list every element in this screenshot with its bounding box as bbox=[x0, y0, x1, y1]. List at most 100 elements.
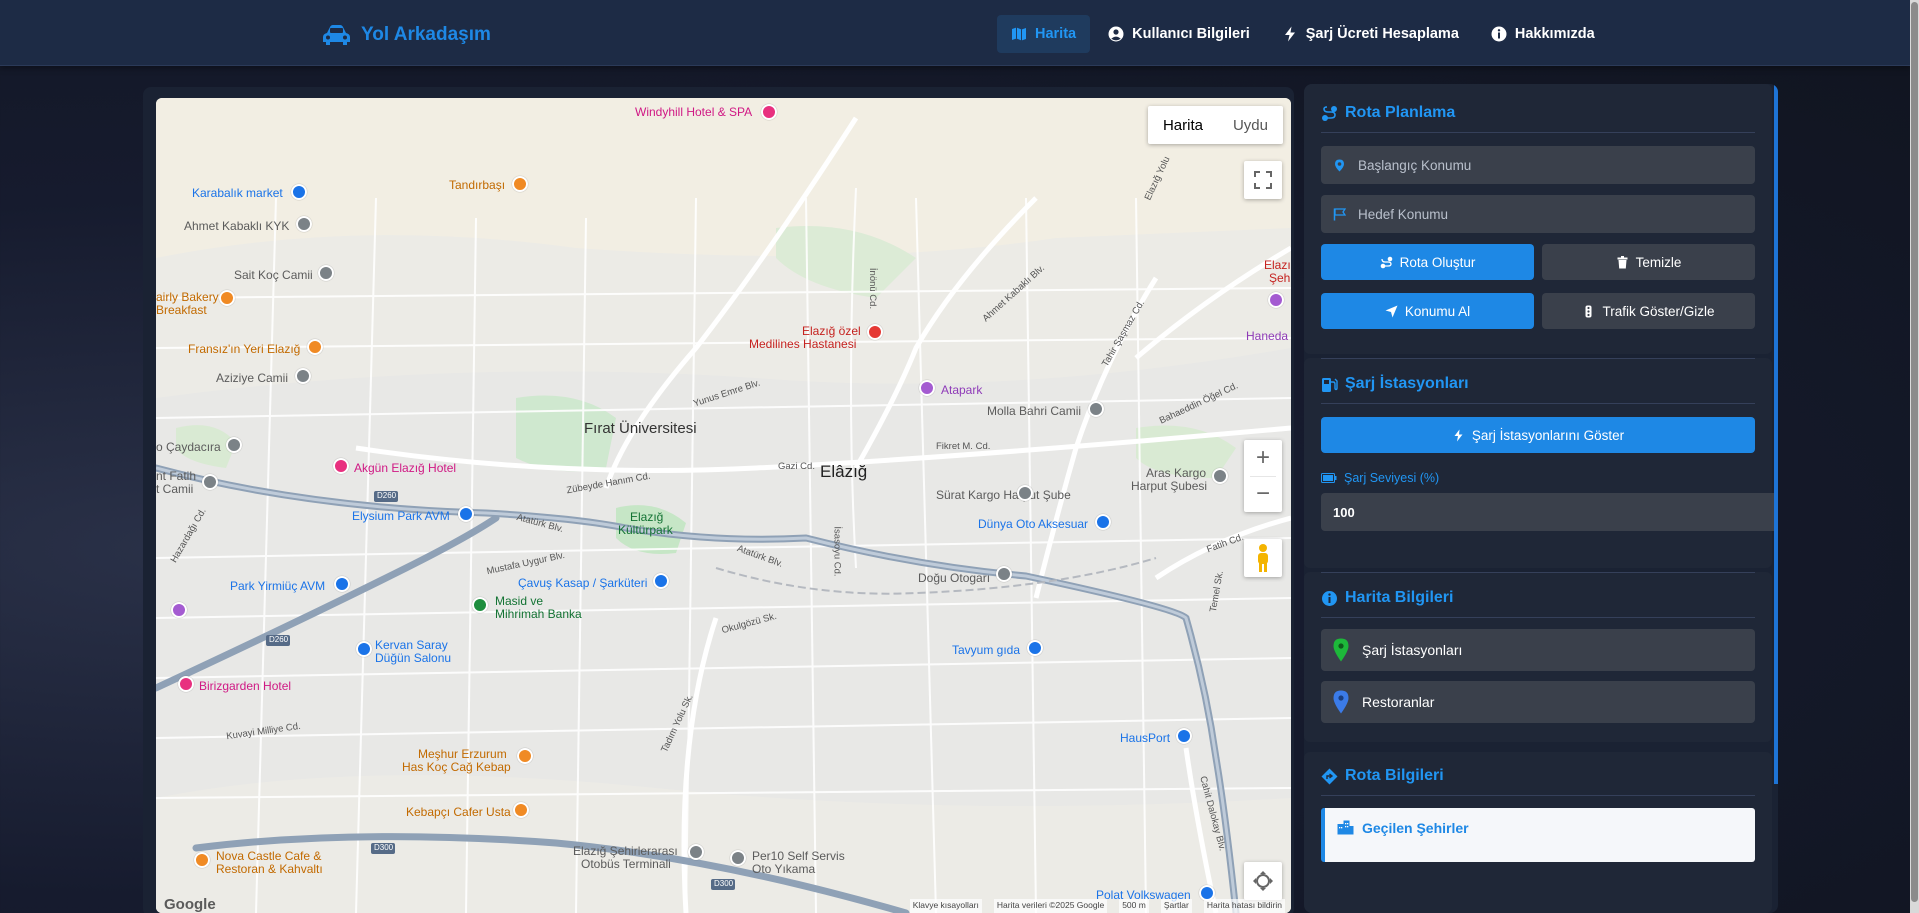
poi-label: Kültürpark bbox=[618, 523, 673, 537]
hotel-pin-icon[interactable] bbox=[333, 458, 349, 474]
show-charging-stations-button[interactable]: Şarj İstasyonlarını Göster bbox=[1321, 417, 1755, 453]
poi-label: Has Koç Cağ Kebap bbox=[402, 760, 511, 774]
destination-placeholder: Hedef Konumu bbox=[1358, 206, 1449, 222]
passed-cities-label: Geçilen Şehirler bbox=[1362, 820, 1469, 836]
sidebar-scrollbar[interactable] bbox=[1774, 84, 1778, 784]
place-pin-icon[interactable] bbox=[1212, 468, 1228, 484]
park-pin-icon[interactable] bbox=[919, 380, 935, 396]
poi-label: Ahmet Kabaklı KYK bbox=[184, 219, 290, 233]
shopping-pin-icon[interactable] bbox=[334, 576, 350, 592]
report-error-link[interactable]: Harita hatası bildirin bbox=[1203, 899, 1285, 913]
city-label: Elâzığ bbox=[820, 462, 868, 481]
start-location-input[interactable]: Başlangıç Konumu bbox=[1321, 146, 1755, 184]
zoom-out-button[interactable]: − bbox=[1244, 476, 1282, 512]
city-icon bbox=[1337, 820, 1354, 835]
legend-charging-label: Şarj İstasyonları bbox=[1362, 642, 1463, 658]
map-type-harita[interactable]: Harita bbox=[1148, 106, 1218, 144]
traffic-toggle-button[interactable]: Trafik Göster/Gizle bbox=[1542, 293, 1755, 329]
charging-station-icon bbox=[1322, 377, 1338, 392]
car-wash-pin-icon[interactable] bbox=[730, 850, 746, 866]
hotel-pin-icon[interactable] bbox=[761, 104, 777, 120]
nav-kullanici[interactable]: Kullanıcı Bilgileri bbox=[1094, 15, 1264, 53]
poi-label: Doğu Otogarı bbox=[918, 571, 991, 585]
zoom-in-button[interactable]: + bbox=[1244, 440, 1282, 476]
road-shield: D300 bbox=[374, 843, 394, 852]
restaurant-pin-icon[interactable] bbox=[512, 176, 528, 192]
clear-button[interactable]: Temizle bbox=[1542, 244, 1755, 280]
place-pin-icon[interactable] bbox=[296, 216, 312, 232]
location-arrow-icon bbox=[1385, 305, 1398, 317]
nav-harita[interactable]: Harita bbox=[997, 15, 1091, 53]
grocery-pin-icon[interactable] bbox=[1027, 640, 1043, 656]
bolt-icon bbox=[1284, 26, 1295, 42]
poi-label: Çavuş Kasap / Şarküteri bbox=[518, 576, 648, 590]
user-circle-icon bbox=[1108, 26, 1124, 42]
poi-label: Fransız'ın Yeri Elazığ bbox=[188, 342, 301, 356]
mosque-pin-icon[interactable] bbox=[202, 474, 218, 490]
shop-pin-icon[interactable] bbox=[1095, 514, 1111, 530]
keyboard-shortcuts-link[interactable]: Klavye kısayolları bbox=[909, 899, 982, 913]
venue-pin-icon[interactable] bbox=[356, 641, 372, 657]
place-pin-icon[interactable] bbox=[1268, 292, 1284, 308]
restaurant-pin-icon[interactable] bbox=[517, 748, 533, 764]
poi-label: Elazığ Şehirlerarası bbox=[573, 844, 678, 858]
hotel-pin-icon[interactable] bbox=[178, 676, 194, 692]
poi-label: Breakfast bbox=[156, 303, 207, 317]
get-location-button[interactable]: Konumu Al bbox=[1321, 293, 1534, 329]
poi-label: Molla Bahri Camii bbox=[987, 404, 1082, 418]
poi-label: Elazığ bbox=[630, 510, 664, 524]
fullscreen-button[interactable] bbox=[1244, 161, 1282, 199]
map-view[interactable]: D260 D260 D300 D300 İnönü Cd. Ahmet Kaba… bbox=[156, 98, 1291, 913]
hospital-pin-icon[interactable] bbox=[867, 324, 883, 340]
brand[interactable]: Yol Arkadaşım bbox=[322, 20, 491, 50]
traffic-toggle-label: Trafik Göster/Gizle bbox=[1602, 303, 1715, 319]
scale-text[interactable]: 500 m bbox=[1119, 899, 1149, 913]
get-location-label: Konumu Al bbox=[1404, 303, 1471, 319]
poi-label: Oto Yıkama bbox=[752, 862, 816, 876]
shop-pin-icon[interactable] bbox=[1176, 728, 1192, 744]
shopping-pin-icon[interactable] bbox=[458, 506, 474, 522]
poi-label: Meşhur Erzurum bbox=[418, 747, 507, 761]
passed-cities-card: Geçilen Şehirler bbox=[1321, 808, 1755, 862]
poi-label: Birizgarden Hotel bbox=[199, 679, 292, 693]
route-icon bbox=[1322, 105, 1337, 121]
street-view-button[interactable] bbox=[1244, 539, 1282, 577]
mosque-pin-icon[interactable] bbox=[295, 368, 311, 384]
battery-icon bbox=[1321, 473, 1337, 483]
mosque-pin-icon[interactable] bbox=[318, 265, 334, 281]
nav-menu: Harita Kullanıcı Bilgileri Şarj Ücreti H… bbox=[997, 15, 1609, 53]
place-pin-icon[interactable] bbox=[1017, 485, 1033, 501]
page-scrollbar[interactable] bbox=[1910, 0, 1919, 913]
destination-input[interactable]: Hedef Konumu bbox=[1321, 195, 1755, 233]
shop-pin-icon[interactable] bbox=[291, 184, 307, 200]
nav-sarj-ucreti[interactable]: Şarj Ücreti Hesaplama bbox=[1268, 15, 1473, 53]
restaurant-pin-icon[interactable] bbox=[513, 802, 529, 818]
trash-icon bbox=[1617, 255, 1628, 268]
camera-control-button[interactable] bbox=[1244, 862, 1282, 900]
place-pin-icon[interactable] bbox=[171, 602, 187, 618]
poi-label: Aras Kargo bbox=[1146, 466, 1207, 480]
poi-label: airly Bakery bbox=[156, 290, 219, 304]
shop-pin-icon[interactable] bbox=[653, 573, 669, 589]
bus-station-pin-icon[interactable] bbox=[688, 844, 704, 860]
traffic-light-icon bbox=[1585, 305, 1592, 317]
poi-label: Medilines Hastanesi bbox=[749, 337, 857, 351]
restaurant-pin-icon[interactable] bbox=[219, 290, 235, 306]
poi-label: Otobüs Terminali bbox=[581, 857, 671, 871]
car-icon bbox=[323, 25, 350, 45]
cafe-pin-icon[interactable] bbox=[307, 339, 323, 355]
bus-station-pin-icon[interactable] bbox=[996, 566, 1012, 582]
mosque-pin-icon[interactable] bbox=[472, 597, 488, 613]
create-route-button[interactable]: Rota Oluştur bbox=[1321, 244, 1534, 280]
mosque-pin-icon[interactable] bbox=[1088, 401, 1104, 417]
restaurant-pin-icon[interactable] bbox=[194, 852, 210, 868]
zoom-control: + − bbox=[1244, 440, 1282, 512]
poi-label: Atapark bbox=[941, 383, 983, 397]
poi-label: Haneda bbox=[1246, 329, 1289, 343]
info-circle-icon bbox=[1491, 26, 1507, 42]
map-type-uydu[interactable]: Uydu bbox=[1218, 106, 1283, 144]
place-pin-icon[interactable] bbox=[226, 437, 242, 453]
terms-link[interactable]: Şartlar bbox=[1160, 899, 1192, 913]
charge-level-input[interactable]: 100 bbox=[1321, 493, 1774, 531]
nav-hakkimizda[interactable]: Hakkımızda bbox=[1477, 15, 1609, 53]
